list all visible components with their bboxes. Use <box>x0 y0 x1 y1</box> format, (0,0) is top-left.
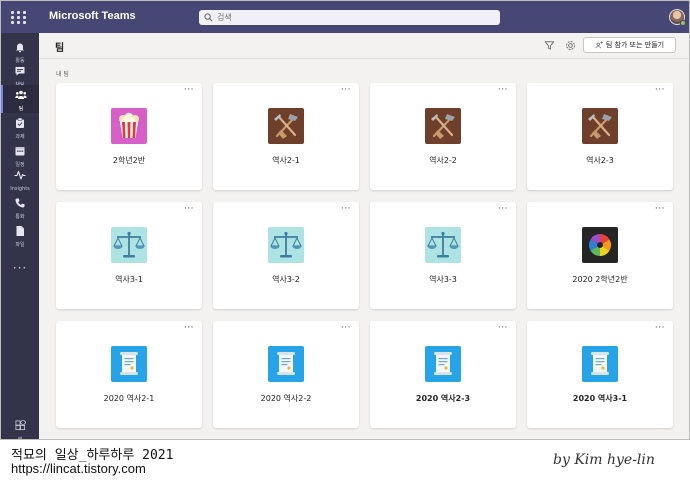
more-options-icon[interactable]: ··· <box>184 324 194 333</box>
scale-icon <box>111 227 147 263</box>
team-name: 2020 2학년2반 <box>572 275 628 284</box>
rail-item-label: Insights <box>10 186 30 192</box>
team-card[interactable]: ··· 역사3-1 <box>56 202 202 309</box>
main-content: 팀 팀 참가 또는 만들기 내 팀 ··· 2학년2반 ··· 역사2-1 ··· 역사2… <box>39 33 689 439</box>
team-card[interactable]: ··· 역사2-2 <box>370 83 516 190</box>
team-name: 역사3-2 <box>272 275 300 284</box>
more-options-icon[interactable]: ··· <box>655 86 665 95</box>
section-label-my-teams: 내 팀 <box>56 71 69 78</box>
more-options-icon[interactable]: ··· <box>184 86 194 95</box>
rail-item-label: 과제 <box>15 134 25 140</box>
more-options-icon[interactable]: ··· <box>498 324 508 333</box>
presence-indicator <box>680 20 686 26</box>
assignments-icon <box>14 114 26 133</box>
tools-icon <box>425 108 461 144</box>
teams-window: Microsoft Teams 활동채팅팀과제일정Insights통화파일···… <box>0 0 690 440</box>
team-card[interactable]: ··· 역사3-2 <box>213 202 359 309</box>
search-input[interactable] <box>217 13 477 22</box>
team-name: 역사3-3 <box>429 275 457 284</box>
scroll-icon <box>582 346 618 382</box>
gear-icon[interactable] <box>565 40 576 51</box>
join-or-create-team-button[interactable]: 팀 참가 또는 만들기 <box>583 37 676 53</box>
team-name: 역사3-1 <box>115 275 143 284</box>
team-card[interactable]: ··· 역사3-3 <box>370 202 516 309</box>
team-name: 2020 역사2-2 <box>260 394 312 403</box>
search-box[interactable] <box>199 10 500 25</box>
team-name: 2020 역사3-1 <box>572 394 628 403</box>
title-bar: Microsoft Teams <box>1 1 689 33</box>
teams-header: 팀 팀 참가 또는 만들기 <box>39 33 689 59</box>
insights-icon <box>14 166 26 185</box>
rail-item-insights[interactable]: Insights <box>1 165 39 193</box>
scroll-icon <box>425 346 461 382</box>
watermark-url: https://lincat.tistory.com <box>11 461 146 476</box>
more-options-icon[interactable]: ··· <box>498 205 508 214</box>
app-launcher-icon[interactable] <box>9 7 29 27</box>
rail-item-assignments[interactable]: 과제 <box>1 113 39 141</box>
apps-icon <box>15 416 27 435</box>
more-options-icon[interactable]: ··· <box>655 324 665 333</box>
more-options-icon[interactable]: ··· <box>184 205 194 214</box>
team-card[interactable]: ··· 2학년2반 <box>56 83 202 190</box>
team-card[interactable]: ··· 2020 2학년2반 <box>527 202 673 309</box>
team-name: 2020 역사2-1 <box>103 394 155 403</box>
rail-item-label: 통화 <box>15 214 25 220</box>
tools-icon <box>268 108 304 144</box>
more-options-icon[interactable]: ··· <box>341 205 351 214</box>
calendar-icon <box>14 142 26 161</box>
team-name: 역사2-3 <box>586 156 614 165</box>
team-card[interactable]: ··· 2020 역사2-3 <box>370 321 516 428</box>
rail-item-label: 앱 <box>17 437 23 440</box>
scroll-icon <box>111 346 147 382</box>
team-card[interactable]: ··· 2020 역사3-1 <box>527 321 673 428</box>
rail-item-label: 팀 <box>18 106 24 112</box>
app-name: Microsoft Teams <box>49 10 136 22</box>
tools-icon <box>582 108 618 144</box>
avatar[interactable] <box>669 9 686 26</box>
more-apps-button[interactable]: ··· <box>1 261 39 275</box>
team-name: 역사2-1 <box>272 156 300 165</box>
more-options-icon[interactable]: ··· <box>655 205 665 214</box>
colorwheel-icon <box>582 227 618 263</box>
team-card[interactable]: ··· 2020 역사2-2 <box>213 321 359 428</box>
team-card[interactable]: ··· 2020 역사2-1 <box>56 321 202 428</box>
team-card[interactable]: ··· 역사2-3 <box>527 83 673 190</box>
team-name: 2학년2반 <box>112 156 146 165</box>
rail-item-phone[interactable]: 통화 <box>1 193 39 221</box>
watermark-signature: by Kim hye-lin <box>553 452 655 468</box>
more-options-icon[interactable]: ··· <box>341 324 351 333</box>
more-options-icon[interactable]: ··· <box>498 86 508 95</box>
scale-icon <box>268 227 304 263</box>
rail-item-teams[interactable]: 팀 <box>1 85 39 113</box>
add-team-icon <box>595 41 603 49</box>
chat-icon <box>14 62 26 81</box>
more-options-icon[interactable]: ··· <box>341 86 351 95</box>
teams-icon <box>15 86 27 105</box>
rail-item-files[interactable]: 파일 <box>1 221 39 249</box>
popcorn-icon <box>111 108 147 144</box>
team-card[interactable]: ··· 역사2-1 <box>213 83 359 190</box>
team-name: 역사2-2 <box>429 156 457 165</box>
rail-item-label: 파일 <box>15 242 25 248</box>
search-icon <box>204 13 213 22</box>
phone-icon <box>14 194 26 213</box>
bell-icon <box>14 38 26 57</box>
join-button-label: 팀 참가 또는 만들기 <box>605 41 665 49</box>
rail-item-apps[interactable]: 앱 <box>1 416 39 440</box>
team-name: 2020 역사2-3 <box>415 394 471 403</box>
page-title: 팀 <box>55 43 65 54</box>
scroll-icon <box>268 346 304 382</box>
files-icon <box>14 222 26 241</box>
scale-icon <box>425 227 461 263</box>
left-rail: 활동채팅팀과제일정Insights통화파일···앱 <box>1 33 39 440</box>
filter-icon[interactable] <box>544 40 555 51</box>
